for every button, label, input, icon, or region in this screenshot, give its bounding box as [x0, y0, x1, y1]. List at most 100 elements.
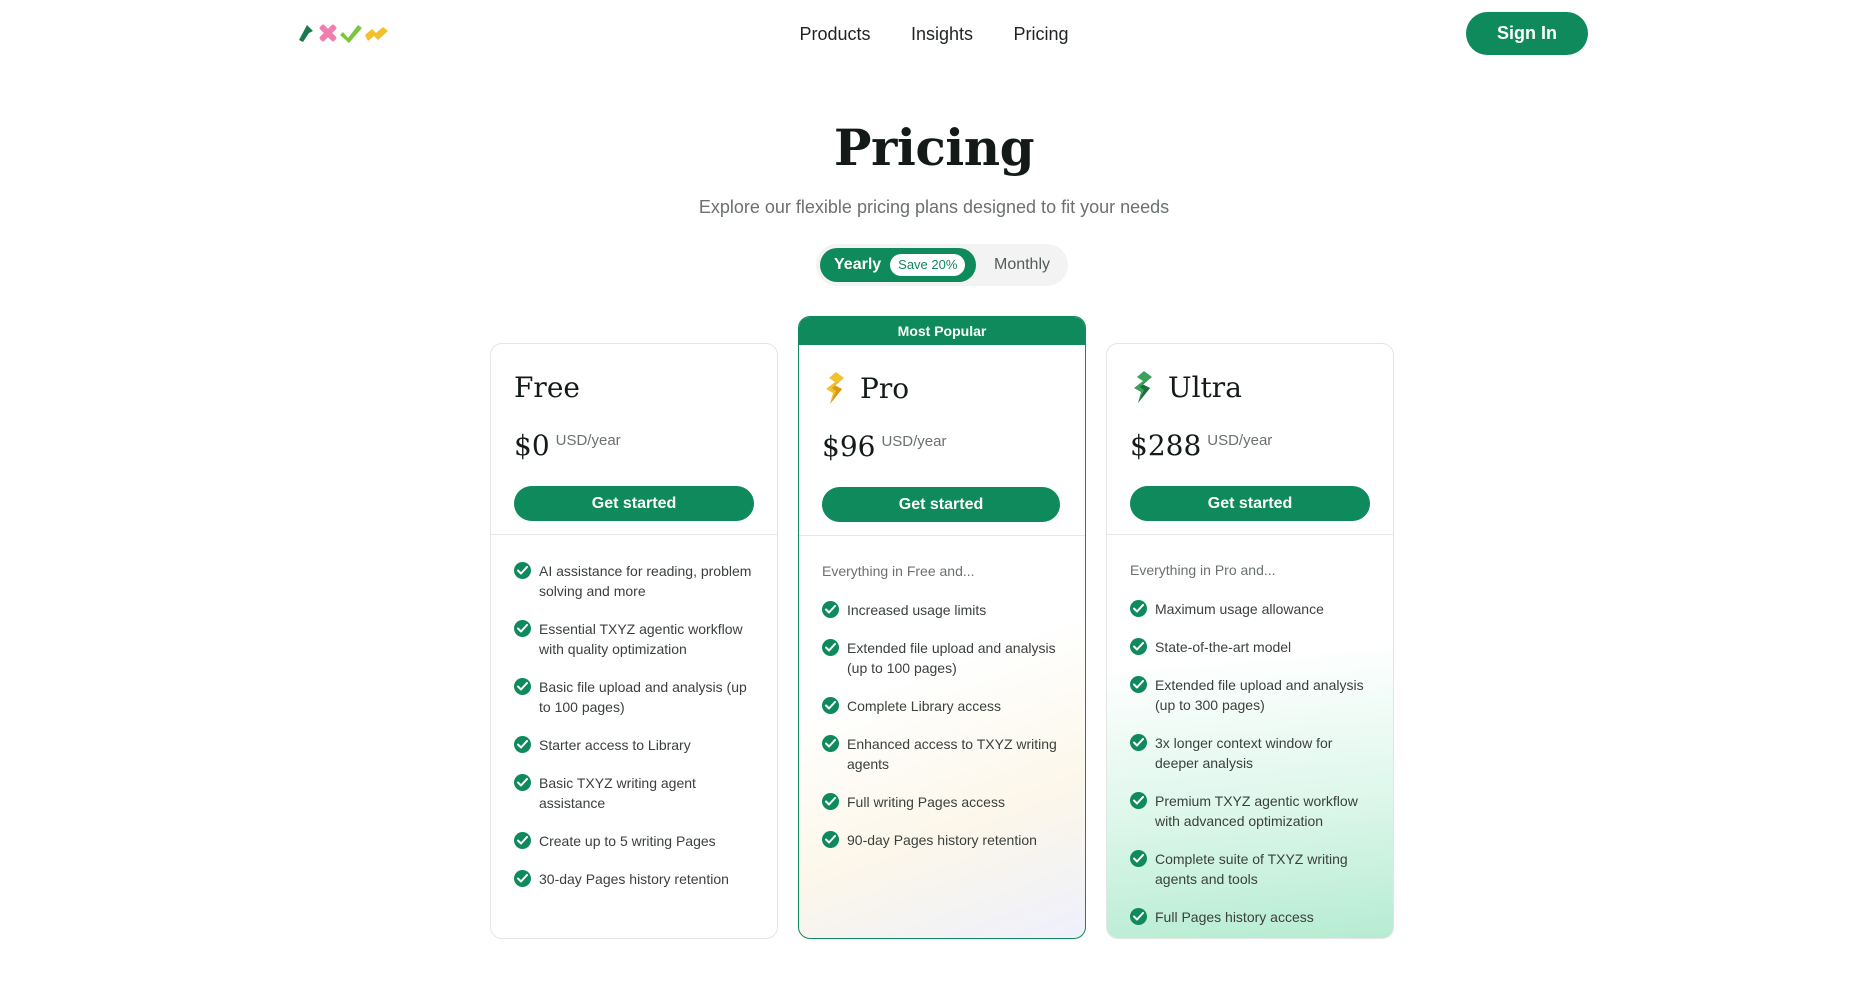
feature-item: Extended file upload and analysis (up to…	[822, 638, 1062, 678]
feature-item: Create up to 5 writing Pages	[514, 831, 754, 851]
check-icon	[514, 678, 531, 695]
check-icon	[514, 832, 531, 849]
feature-text: Starter access to Library	[539, 737, 691, 753]
feature-item: 3x longer context window for deeper anal…	[1130, 733, 1370, 773]
most-popular-badge: Most Popular	[799, 317, 1085, 345]
price-row: $288 USD/year	[1130, 428, 1370, 464]
feature-intro: Everything in Free and...	[822, 563, 975, 579]
check-icon	[1130, 734, 1147, 751]
feature-item: 90-day Pages history retention	[822, 830, 1062, 850]
plan-name: Ultra	[1168, 370, 1242, 404]
check-icon	[514, 562, 531, 579]
feature-item: Basic TXYZ writing agent assistance	[514, 773, 754, 813]
page-subtitle: Explore our flexible pricing plans desig…	[698, 197, 1170, 217]
feature-text: Complete Library access	[847, 698, 1002, 714]
feature-text: Enhanced access to TXYZ writing agents	[847, 736, 1057, 772]
feature-text: State-of-the-art model	[1155, 639, 1292, 655]
feature-text: Basic TXYZ writing agent assistance	[539, 775, 696, 811]
price-row: $0 USD/year	[514, 428, 754, 464]
check-icon	[514, 620, 531, 637]
check-icon	[1130, 600, 1147, 617]
feature-text: AI assistance for reading, problem solvi…	[539, 563, 752, 599]
feature-text: Create up to 5 writing Pages	[539, 833, 716, 849]
feature-text: Maximum usage allowance	[1155, 601, 1324, 617]
nav-products-link[interactable]: Products	[799, 22, 870, 46]
plan-header: Pro $96 USD/year Get started	[799, 345, 1085, 536]
check-icon	[514, 870, 531, 887]
nav-pricing-link[interactable]: Pricing	[1013, 22, 1068, 46]
feature-intro: Everything in Pro and...	[1130, 562, 1276, 578]
check-icon	[822, 639, 839, 656]
plan-card-pro: Most Popular Pro $96 USD/year Get starte…	[798, 316, 1086, 939]
bolt-icon	[1134, 371, 1152, 403]
billing-toggle: Yearly Save 20% Monthly	[816, 244, 1068, 286]
feature-text: Full Pages history access	[1155, 909, 1314, 925]
feature-list: Everything in Free and... Increased usag…	[799, 536, 1085, 850]
feature-text: Full writing Pages access	[847, 794, 1005, 810]
feature-item: Extended file upload and analysis (up to…	[1130, 675, 1370, 715]
check-icon	[1130, 676, 1147, 693]
feature-item: Maximum usage allowance	[1130, 599, 1370, 619]
feature-text: Increased usage limits	[847, 602, 987, 618]
feature-text: Extended file upload and analysis (up to…	[1155, 677, 1364, 713]
get-started-button-pro[interactable]: Get started	[822, 487, 1060, 522]
feature-item: Complete Library access	[822, 696, 1062, 716]
plan-header: Free $0 USD/year Get started	[491, 344, 777, 535]
check-icon	[822, 793, 839, 810]
save-badge: Save 20%	[890, 254, 966, 276]
yearly-label: Yearly	[834, 256, 882, 273]
check-icon	[1130, 908, 1147, 925]
feature-list: AI assistance for reading, problem solvi…	[491, 535, 777, 889]
price-row: $96 USD/year	[822, 429, 1062, 465]
check-icon	[822, 697, 839, 714]
price-unit: USD/year	[555, 432, 621, 449]
plan-price: $0	[514, 429, 550, 462]
top-header: Products Insights Pricing Sign In	[0, 0, 1868, 66]
get-started-button-free[interactable]: Get started	[514, 486, 754, 521]
check-icon	[822, 601, 839, 618]
get-started-button-ultra[interactable]: Get started	[1130, 486, 1370, 521]
plan-title-row: Pro	[822, 371, 1062, 405]
bolt-icon	[826, 372, 844, 404]
feature-item: Full writing Pages access	[822, 792, 1062, 812]
feature-text: 90-day Pages history retention	[847, 832, 1037, 848]
check-icon	[822, 831, 839, 848]
feature-text: Essential TXYZ agentic workflow with qua…	[539, 621, 743, 657]
feature-text: Complete suite of TXYZ writing agents an…	[1155, 851, 1348, 887]
check-icon	[514, 774, 531, 791]
feature-text: 30-day Pages history retention	[539, 871, 729, 887]
check-icon	[1130, 792, 1147, 809]
sign-in-button[interactable]: Sign In	[1466, 12, 1588, 55]
feature-item: Complete suite of TXYZ writing agents an…	[1130, 849, 1370, 889]
feature-item: Premium TXYZ agentic workflow with advan…	[1130, 791, 1370, 831]
plan-name: Pro	[860, 371, 910, 405]
plan-name: Free	[514, 370, 580, 404]
price-unit: USD/year	[1207, 432, 1273, 449]
feature-item: Full Pages history access	[1130, 907, 1370, 927]
feature-item: Essential TXYZ agentic workflow with qua…	[514, 619, 754, 659]
check-icon	[514, 736, 531, 753]
feature-item: Starter access to Library	[514, 735, 754, 755]
feature-text: 3x longer context window for deeper anal…	[1155, 735, 1333, 771]
price-unit: USD/year	[881, 433, 947, 450]
plan-card-ultra: Ultra $288 USD/year Get started Everythi…	[1106, 343, 1394, 939]
feature-item: AI assistance for reading, problem solvi…	[514, 561, 754, 601]
feature-list: Everything in Pro and... Maximum usage a…	[1107, 535, 1393, 927]
monthly-option[interactable]: Monthly	[980, 248, 1064, 282]
plan-price: $288	[1130, 429, 1202, 462]
plan-title-row: Ultra	[1130, 370, 1370, 404]
feature-item: Enhanced access to TXYZ writing agents	[822, 734, 1062, 774]
feature-text: Premium TXYZ agentic workflow with advan…	[1155, 793, 1358, 829]
nav-insights-link[interactable]: Insights	[911, 22, 973, 46]
yearly-option[interactable]: Yearly Save 20%	[820, 248, 976, 282]
feature-item: State-of-the-art model	[1130, 637, 1370, 657]
feature-item: Basic file upload and analysis (up to 10…	[514, 677, 754, 717]
feature-item: 30-day Pages history retention	[514, 869, 754, 889]
check-icon	[822, 735, 839, 752]
plan-price: $96	[822, 430, 876, 463]
feature-item: Increased usage limits	[822, 600, 1062, 620]
check-icon	[1130, 638, 1147, 655]
feature-text: Extended file upload and analysis (up to…	[847, 640, 1056, 676]
page-title: Pricing	[833, 118, 1035, 177]
plan-header: Ultra $288 USD/year Get started	[1107, 344, 1393, 535]
